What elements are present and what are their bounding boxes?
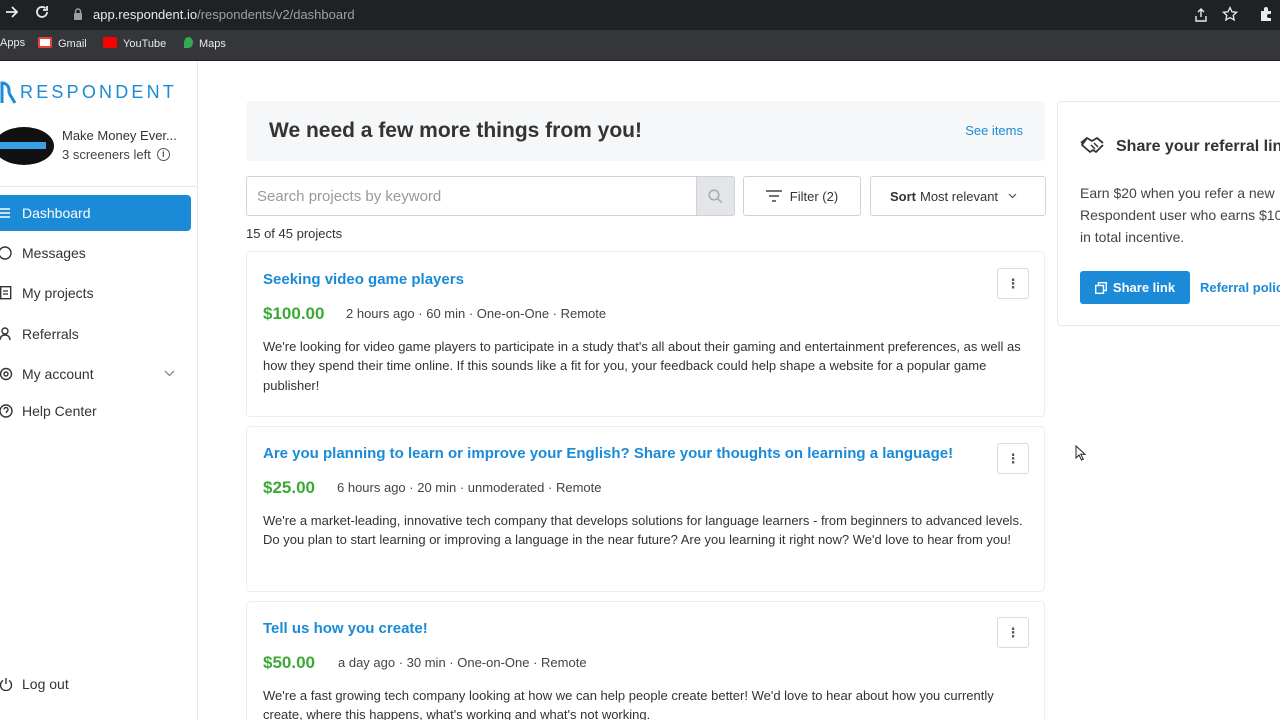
project-title[interactable]: Tell us how you create! <box>263 620 428 637</box>
sidebar-item-label: My projects <box>22 285 94 301</box>
more-options-button[interactable]: ⋮ <box>997 617 1029 648</box>
copy-icon <box>1094 281 1107 294</box>
filter-button[interactable]: Filter (2) <box>743 176 861 216</box>
projects-icon <box>0 286 22 300</box>
power-icon <box>0 677 22 691</box>
youtube-icon <box>103 37 117 48</box>
share-page-icon[interactable] <box>1193 7 1209 28</box>
lock-icon <box>73 8 83 26</box>
avatar[interactable] <box>0 127 54 165</box>
logout-button[interactable]: Log out <box>0 666 191 702</box>
dashboard-icon <box>0 207 22 219</box>
logo-text: RESPONDENT <box>20 81 178 102</box>
share-link-label: Share link <box>1112 280 1176 295</box>
referral-policy-link[interactable]: Referral policy <box>1200 280 1280 295</box>
search-icon <box>708 188 723 203</box>
chevron-down-icon <box>1008 191 1017 202</box>
banner-title: We need a few more things from you! <box>269 119 642 142</box>
handshake-icon <box>1080 135 1108 160</box>
project-meta: a day ago · 30 min · One-on-One · Remote <box>338 655 587 670</box>
bookmarks-bar: Apps Gmail YouTube Maps <box>0 30 1280 61</box>
sidebar-item-my-projects[interactable]: My projects <box>0 275 191 311</box>
filter-label: Filter (2) <box>789 188 839 204</box>
search-button[interactable] <box>696 176 735 216</box>
help-icon <box>0 404 22 418</box>
sidebar-divider <box>0 186 198 187</box>
project-title[interactable]: Seeking video game players <box>263 271 464 288</box>
sort-dropdown[interactable]: Sort Most relevant <box>870 176 1046 216</box>
bookmark-apps[interactable]: Apps <box>0 37 25 49</box>
project-card[interactable]: Seeking video game players $100.00 2 hou… <box>246 251 1045 417</box>
bookmark-youtube[interactable]: YouTube <box>103 37 166 50</box>
browser-toolbar: app.respondent.io/respondents/v2/dashboa… <box>0 0 1280 30</box>
kebab-icon: ⋮ <box>1006 276 1020 291</box>
gear-icon <box>0 367 22 381</box>
project-description: We're a market-leading, innovative tech … <box>263 513 1023 548</box>
sidebar-item-label: Messages <box>22 245 86 261</box>
requirements-banner: We need a few more things from you! See … <box>246 101 1045 161</box>
url-text: app.respondent.io/respondents/v2/dashboa… <box>93 7 355 22</box>
referrals-icon <box>0 327 22 341</box>
logo-icon <box>0 81 16 104</box>
sidebar-item-label: Dashboard <box>22 205 91 221</box>
bookmark-maps[interactable]: Maps <box>184 37 226 50</box>
project-price: $50.00 <box>263 653 315 672</box>
project-price: $100.00 <box>263 304 325 323</box>
project-meta: 2 hours ago · 60 min · One-on-One · Remo… <box>346 306 607 321</box>
sidebar: RESPONDENT Make Money Ever... 3 screener… <box>0 61 198 720</box>
forward-icon[interactable] <box>2 0 22 30</box>
sort-label: Sort <box>890 188 916 204</box>
gmail-icon <box>38 37 52 48</box>
referral-card: Share your referral link Earn $20 when y… <box>1057 101 1280 326</box>
project-count: 15 of 45 projects <box>246 226 343 241</box>
sidebar-item-label: Help Center <box>22 403 97 419</box>
project-description: We're looking for video game players to … <box>263 339 1021 393</box>
logout-label: Log out <box>22 676 69 692</box>
profile-name: Make Money Ever... <box>62 128 177 143</box>
sidebar-item-help-center[interactable]: Help Center <box>0 393 191 429</box>
referral-panel-clip: Share your referral link Earn $20 when y… <box>1057 101 1280 331</box>
info-icon[interactable]: i <box>156 148 170 161</box>
reload-icon[interactable] <box>32 0 52 30</box>
filter-icon <box>765 190 782 202</box>
more-options-button[interactable]: ⋮ <box>997 443 1029 474</box>
sidebar-item-label: Referrals <box>22 326 79 342</box>
more-options-button[interactable]: ⋮ <box>997 268 1029 299</box>
project-card[interactable]: Tell us how you create! $50.00 a day ago… <box>246 601 1045 720</box>
referral-title: Share your referral link <box>1116 138 1280 155</box>
respondent-logo[interactable]: RESPONDENT <box>0 79 177 105</box>
sidebar-item-referrals[interactable]: Referrals <box>0 316 191 352</box>
project-meta: 6 hours ago · 20 min · unmoderated · Rem… <box>337 480 602 495</box>
sidebar-item-dashboard[interactable]: Dashboard <box>0 195 191 231</box>
screeners-left: 3 screeners left i <box>62 147 170 162</box>
project-price: $25.00 <box>263 478 315 497</box>
sidebar-item-messages[interactable]: Messages <box>0 235 191 271</box>
extensions-icon[interactable] <box>1258 6 1274 27</box>
search-input[interactable] <box>246 176 696 216</box>
sidebar-item-label: My account <box>22 366 94 382</box>
message-icon <box>0 246 22 260</box>
chevron-down-icon[interactable] <box>164 368 175 380</box>
star-icon[interactable] <box>1221 5 1239 27</box>
kebab-icon: ⋮ <box>1006 451 1020 466</box>
maps-icon <box>184 37 193 48</box>
see-items-link[interactable]: See items <box>965 123 1023 138</box>
project-description: We're a fast growing tech company lookin… <box>263 688 994 720</box>
bookmark-gmail[interactable]: Gmail <box>38 37 87 50</box>
sort-value: Most relevant <box>920 188 999 204</box>
project-title[interactable]: Are you planning to learn or improve you… <box>263 445 953 462</box>
project-card[interactable]: Are you planning to learn or improve you… <box>246 426 1045 592</box>
mouse-cursor-icon <box>1075 444 1087 466</box>
share-link-button[interactable]: Share link <box>1080 271 1190 304</box>
referral-text: Earn $20 when you refer a new Respondent… <box>1080 185 1280 245</box>
kebab-icon: ⋮ <box>1006 625 1020 640</box>
sidebar-item-my-account[interactable]: My account <box>0 356 191 392</box>
